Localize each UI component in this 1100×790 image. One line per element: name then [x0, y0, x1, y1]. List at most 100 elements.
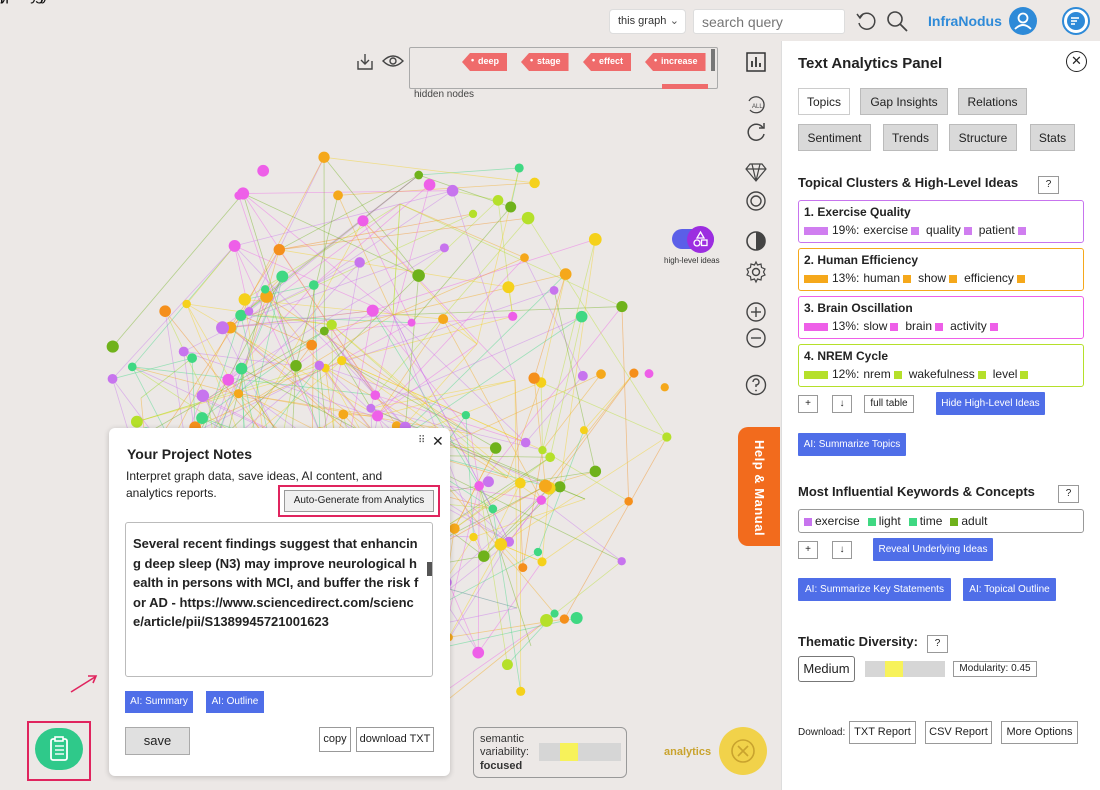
refresh-icon[interactable]	[744, 120, 768, 144]
brand-name[interactable]: InfraNodus	[928, 13, 1002, 29]
graph-node[interactable]	[514, 477, 526, 489]
graph-node[interactable]	[438, 314, 449, 325]
graph-node[interactable]	[536, 495, 547, 505]
graph-node[interactable]	[196, 412, 208, 424]
graph-node[interactable]	[196, 389, 210, 402]
download-topics-button[interactable]: ↓	[832, 395, 852, 413]
graph-node[interactable]	[468, 209, 478, 219]
graph-node[interactable]	[501, 659, 513, 671]
graph-node[interactable]	[366, 403, 376, 413]
save-button[interactable]: save	[125, 727, 190, 755]
graph-node[interactable]	[337, 356, 347, 366]
graph-node[interactable]	[488, 504, 498, 514]
graph-node[interactable]	[520, 437, 531, 448]
keyword-item[interactable]: exercise	[815, 514, 860, 528]
graph-node-label[interactable]: young	[0, 0, 44, 4]
graph-node[interactable]	[505, 201, 517, 213]
full-table-button[interactable]: full table	[864, 395, 914, 413]
tab-structure[interactable]: Structure	[949, 124, 1017, 151]
graph-node[interactable]	[439, 243, 449, 253]
graph-node[interactable]	[306, 339, 317, 351]
csv-report-button[interactable]: CSV Report	[925, 721, 992, 744]
graph-node[interactable]	[514, 163, 524, 173]
chart-icon[interactable]	[744, 50, 768, 74]
graph-node[interactable]	[502, 281, 515, 294]
graph-node[interactable]	[130, 415, 143, 428]
search-icon[interactable]	[885, 9, 909, 33]
graph-node[interactable]	[624, 497, 633, 506]
topic-keyword[interactable]: human	[863, 271, 900, 285]
eye-icon[interactable]	[382, 53, 404, 69]
graph-node[interactable]	[314, 360, 325, 371]
contrast-icon[interactable]	[744, 229, 768, 253]
keywords-help-button[interactable]: ?	[1058, 485, 1079, 503]
diamond-icon[interactable]	[744, 160, 768, 184]
hidden-node-pill[interactable]: increase	[645, 53, 706, 71]
notes-clipboard-button[interactable]	[35, 728, 83, 770]
download-icon[interactable]	[355, 52, 375, 72]
topic-keyword[interactable]: efficiency	[964, 271, 1014, 285]
graph-node[interactable]	[589, 465, 602, 478]
notes-menu-icon[interactable]	[1062, 7, 1090, 35]
graph-node[interactable]	[521, 211, 535, 225]
graph-node[interactable]	[366, 304, 379, 317]
graph-node[interactable]	[244, 306, 254, 316]
graph-node[interactable]	[216, 321, 230, 335]
tab-stats[interactable]: Stats	[1030, 124, 1075, 151]
add-keyword-button[interactable]: +	[798, 541, 818, 559]
graph-node[interactable]	[159, 305, 171, 318]
topic-keyword[interactable]: patient	[979, 223, 1015, 237]
graph-node[interactable]	[489, 442, 502, 454]
graph-node[interactable]	[528, 372, 540, 384]
graph-node[interactable]	[520, 253, 529, 263]
graph-node[interactable]	[106, 340, 119, 353]
graph-node[interactable]	[617, 557, 626, 566]
add-topic-button[interactable]: +	[798, 395, 818, 413]
graph-node[interactable]	[414, 170, 424, 180]
settings-icon[interactable]	[744, 260, 768, 284]
graph-node[interactable]	[257, 164, 270, 177]
undo-all-icon[interactable]: ALL	[744, 92, 768, 116]
help-icon[interactable]	[744, 373, 768, 397]
graph-node[interactable]	[326, 319, 337, 331]
tab-gap-insights[interactable]: Gap Insights	[860, 88, 948, 115]
topic-card[interactable]: 2. Human Efficiency 13%: human show efficien…	[798, 248, 1084, 291]
graph-node[interactable]	[529, 177, 540, 189]
graph-node[interactable]	[533, 547, 543, 557]
graph-node[interactable]	[494, 538, 508, 551]
graph-node[interactable]	[371, 410, 384, 422]
auto-generate-button[interactable]: Auto-Generate from Analytics	[284, 490, 434, 512]
analytics-close-button[interactable]	[719, 727, 767, 775]
ai-outline-button[interactable]: AI: Outline	[206, 691, 264, 713]
graph-node[interactable]	[260, 285, 270, 294]
hide-high-level-ideas-button[interactable]: Hide High-Level Ideas	[936, 392, 1045, 415]
graph-node[interactable]	[370, 390, 381, 401]
graph-node[interactable]	[178, 346, 189, 357]
keyword-item[interactable]: time	[920, 514, 943, 528]
graph-node[interactable]	[319, 326, 329, 336]
tab-topics[interactable]: Topics	[798, 88, 850, 115]
graph-node[interactable]	[516, 686, 526, 696]
close-icon[interactable]: ✕	[1066, 51, 1087, 72]
graph-node[interactable]	[318, 151, 330, 163]
graph-node[interactable]	[518, 563, 528, 573]
keyword-item[interactable]: adult	[961, 514, 987, 528]
close-icon[interactable]: ✕	[432, 433, 444, 450]
graph-node[interactable]	[478, 550, 490, 562]
search-input[interactable]	[693, 9, 845, 34]
graph-node[interactable]	[338, 409, 349, 420]
txt-report-button[interactable]: TXT Report	[849, 721, 916, 744]
graph-node[interactable]	[222, 373, 235, 386]
notes-scrollbar[interactable]	[427, 562, 432, 576]
topic-card[interactable]: 4. NREM Cycle 12%: nrem wakefulness level	[798, 344, 1084, 387]
topic-keyword[interactable]: wakefulness	[909, 367, 975, 381]
download-txt-button[interactable]: download TXT	[356, 727, 434, 752]
summarize-topics-button[interactable]: AI: Summarize Topics	[798, 433, 906, 456]
reset-icon[interactable]	[854, 9, 878, 33]
graph-node[interactable]	[644, 369, 654, 379]
graph-node[interactable]	[570, 612, 583, 625]
graph-node[interactable]	[616, 300, 628, 313]
graph-node[interactable]	[549, 285, 559, 295]
graph-node[interactable]	[575, 310, 588, 323]
graph-node[interactable]	[554, 481, 566, 493]
